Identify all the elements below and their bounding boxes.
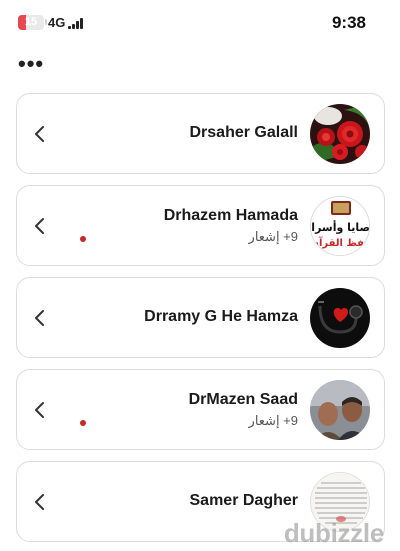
notification-dot <box>80 236 86 242</box>
chat-card[interactable]: Drhazem Hamada 9+ إشعار وصايا وأسرار حفظ… <box>16 185 385 266</box>
chat-name: Samer Dagher <box>189 492 299 509</box>
chat-name: Drramy G He Hamza <box>144 308 298 325</box>
roses-avatar <box>310 104 370 164</box>
notification-count: 9+ إشعار <box>248 229 298 244</box>
photo-avatar <box>310 380 370 440</box>
chat-name: DrMazen Saad <box>188 391 298 408</box>
avatar-calligraphy-line-1: وصايا وأسرار <box>311 220 370 234</box>
notification-dot <box>80 420 86 426</box>
chat-name: Drsaher Galall <box>189 124 299 141</box>
chevron-left-icon[interactable] <box>33 493 45 511</box>
avatar-calligraphy-line-2: حفظ القرآن <box>311 236 370 249</box>
notification-count: 9+ إشعار <box>248 413 298 428</box>
network-type: 4G <box>48 15 66 30</box>
battery-icon: 15 <box>18 15 44 30</box>
chevron-left-icon[interactable] <box>33 125 45 143</box>
chat-card[interactable]: Drramy G He Hamza <box>16 277 385 358</box>
chevron-left-icon[interactable] <box>33 401 45 419</box>
battery-level: 15 <box>24 16 38 28</box>
calligraphy-avatar: وصايا وأسرار حفظ القرآن <box>310 196 370 256</box>
chat-card[interactable]: Drsaher Galall <box>16 93 385 174</box>
chevron-left-icon[interactable] <box>33 309 45 327</box>
dubizzle-watermark: dubizzle <box>283 518 384 548</box>
status-bar: 15 4G 9:38 <box>0 0 400 46</box>
chat-card[interactable]: DrMazen Saad 9+ إشعار <box>16 369 385 450</box>
more-options-button[interactable]: ••• <box>18 53 43 76</box>
stethoscope-heart-avatar <box>310 288 370 348</box>
chat-name: Drhazem Hamada <box>163 207 298 224</box>
battery-nub <box>45 19 47 25</box>
clock: 9:38 <box>331 13 366 32</box>
chevron-left-icon[interactable] <box>33 217 45 235</box>
signal-icon <box>68 18 86 29</box>
